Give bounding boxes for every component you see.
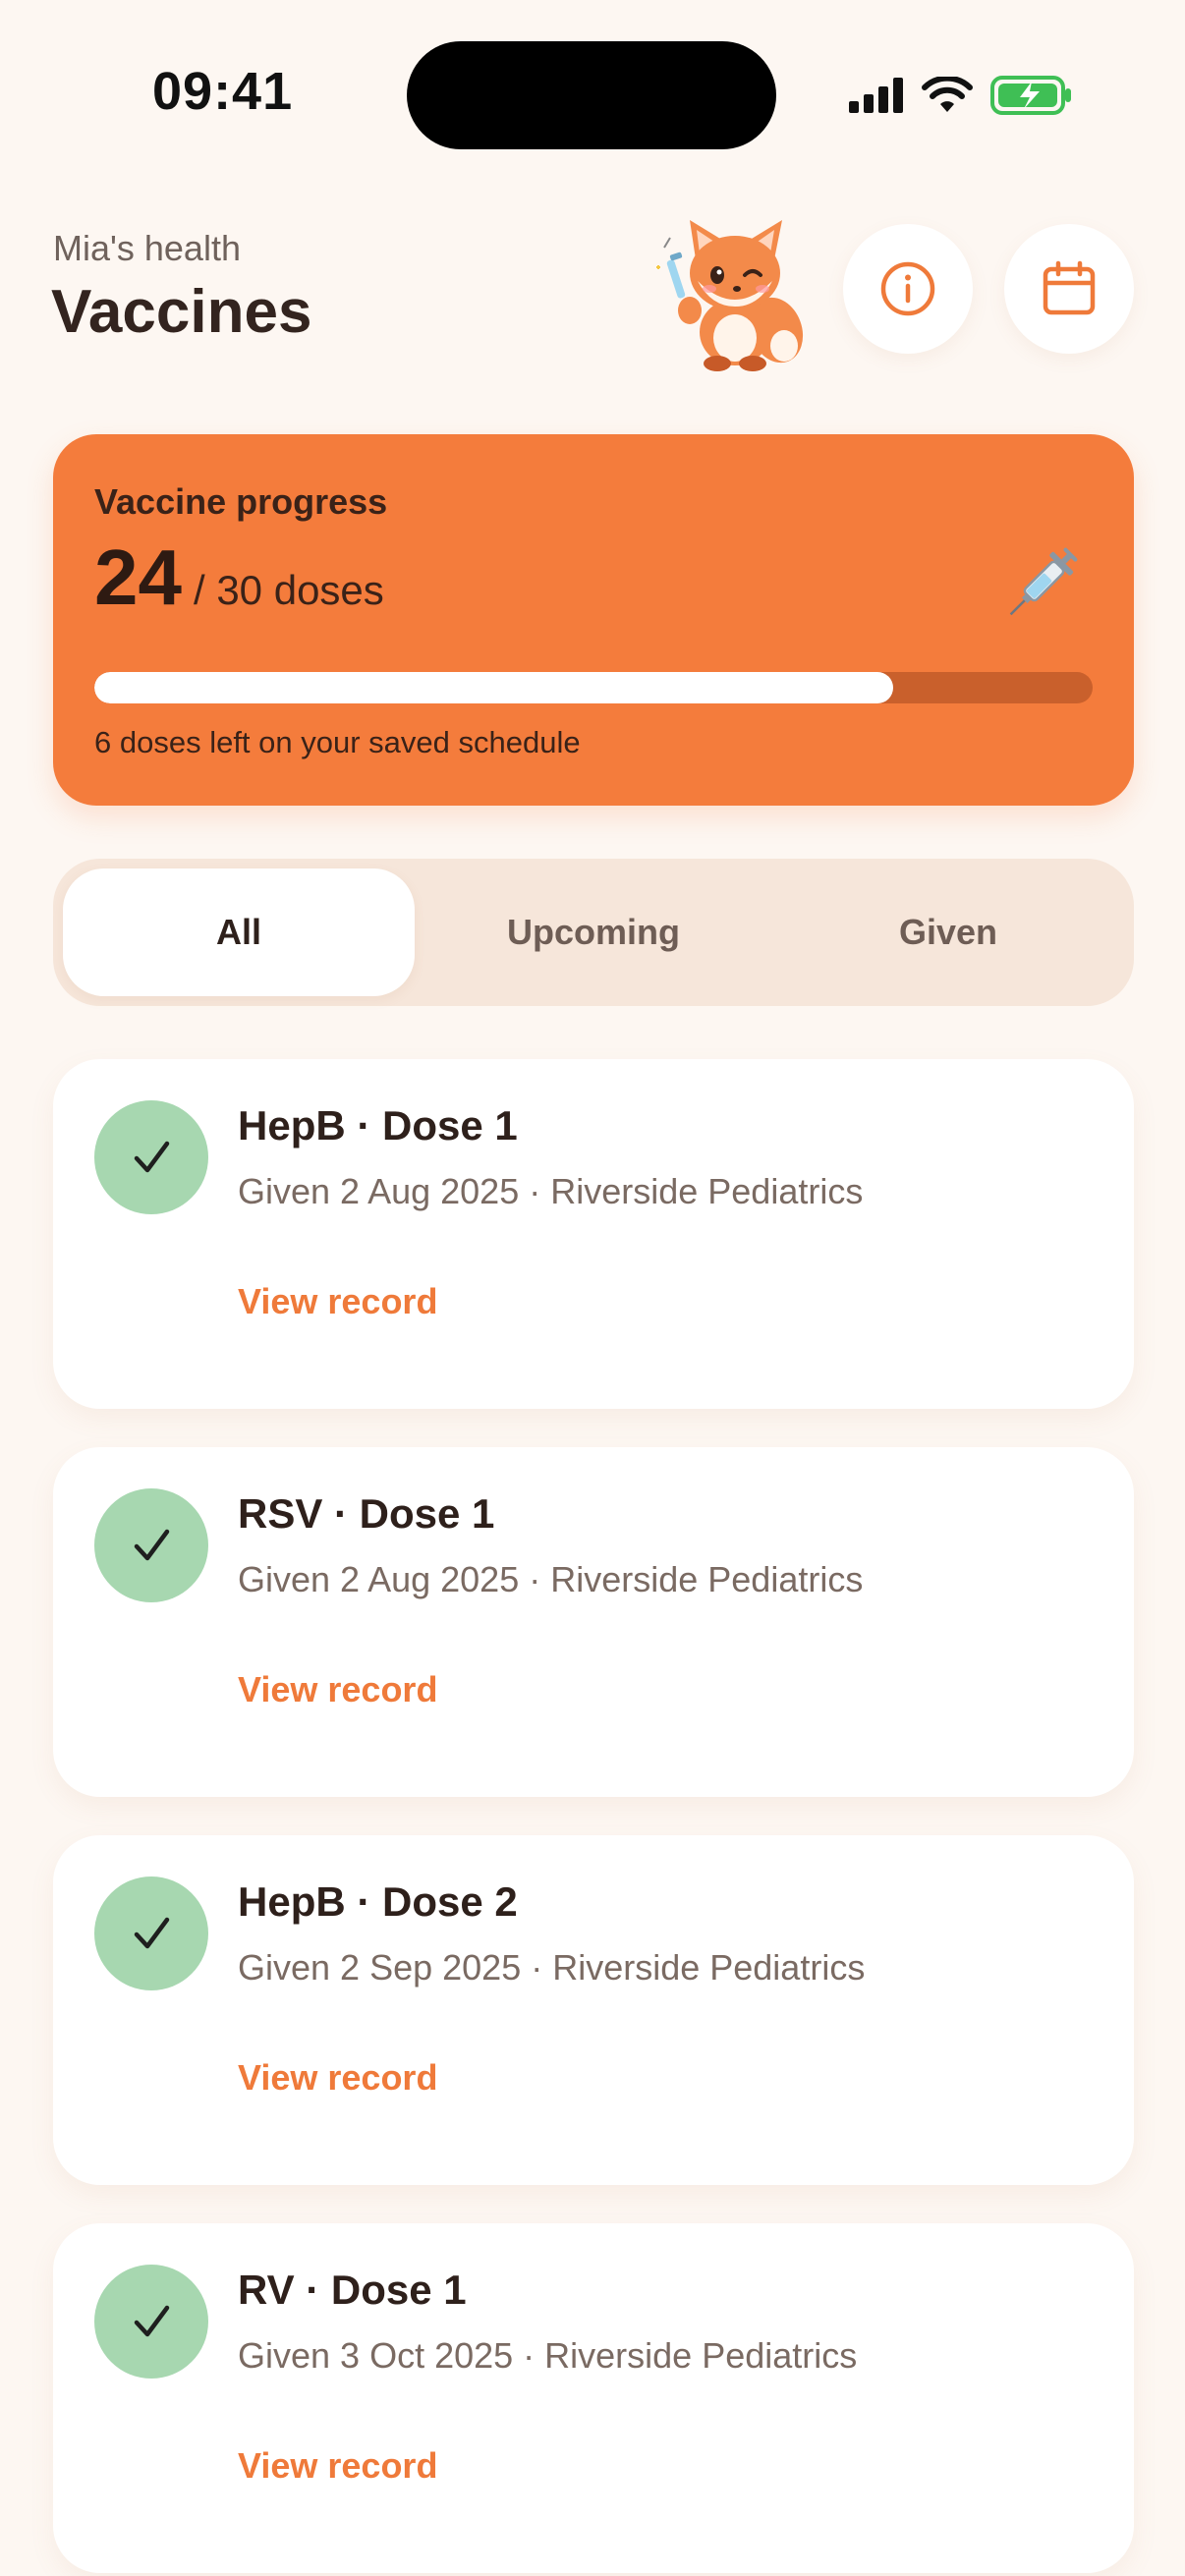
- wifi-icon: [922, 77, 973, 112]
- info-button[interactable]: [843, 224, 973, 354]
- dose-details: Given 2 Sep 2025 · Riverside Pediatrics: [238, 1947, 866, 1988]
- tab-all[interactable]: All: [63, 868, 415, 996]
- dose-details: Given 2 Aug 2025 · Riverside Pediatrics: [238, 1171, 864, 1211]
- view-record-link[interactable]: View record: [238, 2057, 437, 2099]
- vaccines-screen: 09:41 Mia's health Vaccines Vaccine prog…: [0, 0, 1185, 2576]
- progress-bar: [94, 672, 1093, 703]
- checkmark-icon: [134, 1917, 170, 1949]
- given-badge: [94, 1876, 208, 1990]
- checkmark-icon: [134, 1141, 170, 1173]
- progress-bar-fill: [94, 672, 893, 703]
- profile-subtitle: Mia's health: [53, 228, 241, 268]
- dose-title: HepB · Dose 1: [238, 1102, 518, 1148]
- dose-card[interactable]: HepB · Dose 1 Given 2 Aug 2025 · Riversi…: [53, 1059, 1134, 1409]
- signal-icon: [849, 78, 903, 113]
- given-badge: [94, 2265, 208, 2379]
- checkmark-icon: [134, 1529, 170, 1561]
- progress-label: Vaccine progress: [94, 481, 388, 522]
- calendar-icon: [1043, 260, 1096, 315]
- dose-card[interactable]: RSV · Dose 1 Given 2 Aug 2025 · Riversid…: [53, 1447, 1134, 1797]
- filter-tabs: All Upcoming Given: [53, 859, 1134, 1006]
- checkmark-icon: [134, 2305, 170, 2337]
- info-icon: [880, 261, 935, 316]
- syringe-icon: [1009, 547, 1078, 616]
- dose-details: Given 3 Oct 2025 · Riverside Pediatrics: [238, 2335, 858, 2376]
- view-record-link[interactable]: View record: [238, 2445, 437, 2487]
- progress-count: 24 / 30 doses: [94, 532, 384, 623]
- status-icons: [849, 73, 1073, 118]
- dose-title: HepB · Dose 2: [238, 1878, 518, 1925]
- doses-given-count: 24: [94, 533, 182, 621]
- page-title: Vaccines: [51, 278, 312, 346]
- dose-card[interactable]: RV · Dose 1 Given 3 Oct 2025 · Riverside…: [53, 2223, 1134, 2573]
- dynamic-island: [407, 41, 776, 149]
- fox-mascot-icon: [656, 220, 804, 371]
- tab-upcoming[interactable]: Upcoming: [418, 868, 769, 996]
- given-badge: [94, 1100, 208, 1214]
- status-time: 09:41: [152, 62, 294, 121]
- doses-total: / 30 doses: [193, 567, 384, 613]
- dose-details: Given 2 Aug 2025 · Riverside Pediatrics: [238, 1559, 864, 1599]
- dose-title: RSV · Dose 1: [238, 1490, 495, 1537]
- view-record-link[interactable]: View record: [238, 1281, 437, 1322]
- progress-note: 6 doses left on your saved schedule: [94, 725, 581, 759]
- dose-card[interactable]: HepB · Dose 2 Given 2 Sep 2025 · Riversi…: [53, 1835, 1134, 2185]
- vaccine-progress-card: Vaccine progress 24 / 30 doses 6 doses l…: [53, 434, 1134, 806]
- calendar-button[interactable]: [1004, 224, 1134, 354]
- battery-icon: [990, 76, 1071, 115]
- view-record-link[interactable]: View record: [238, 1669, 437, 1710]
- given-badge: [94, 1488, 208, 1602]
- tab-given[interactable]: Given: [772, 868, 1124, 996]
- dose-title: RV · Dose 1: [238, 2267, 467, 2313]
